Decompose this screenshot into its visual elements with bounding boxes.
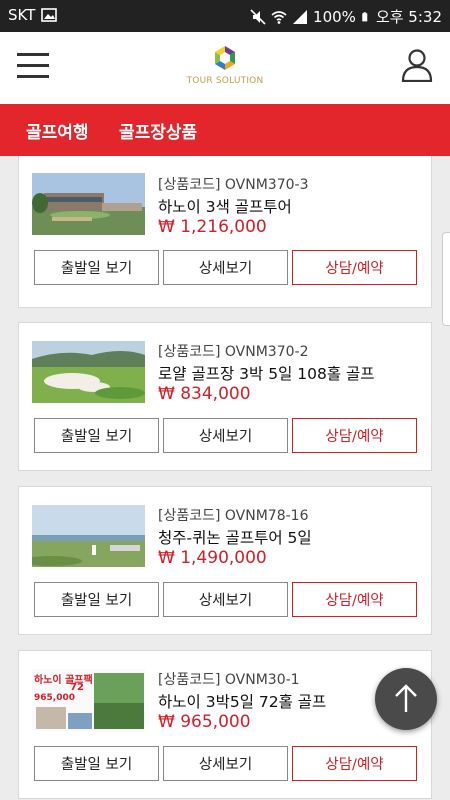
- app-header: TOUR SOLUTION: [0, 32, 450, 104]
- consult-reserve-button[interactable]: 상담/예약: [292, 250, 417, 285]
- product-title[interactable]: 하노이 3박5일 72홀 골프: [158, 690, 326, 712]
- product-thumbnail[interactable]: [32, 173, 145, 235]
- mute-icon: [250, 8, 266, 25]
- golf-clubhouse-image-icon: [32, 173, 145, 235]
- view-details-button[interactable]: 상세보기: [163, 418, 288, 453]
- consult-reserve-button[interactable]: 상담/예약: [292, 418, 417, 453]
- status-bar: SKT 100% 오후 5:32: [0, 0, 450, 32]
- product-price: ₩ 965,000: [158, 712, 251, 732]
- product-thumbnail[interactable]: [32, 505, 145, 567]
- product-code: [상품코드] OVNM370-3: [158, 177, 309, 193]
- product-code: [상품코드] OVNM30-1: [158, 672, 300, 688]
- logo-text: TOUR SOLUTION: [186, 76, 264, 86]
- product-code: [상품코드] OVNM78-16: [158, 508, 309, 524]
- view-departure-dates-button[interactable]: 출발일 보기: [34, 582, 159, 617]
- logo[interactable]: TOUR SOLUTION: [185, 44, 265, 92]
- category-bar: 골프여행 골프장상품: [0, 104, 450, 156]
- scroll-to-top-button[interactable]: [375, 668, 437, 730]
- product-title[interactable]: 청주-퀴논 골프투어 5일: [158, 526, 312, 548]
- product-card: [상품코드] OVNM370-2 로얄 골프장 3박 5일 108홀 골프 ₩ …: [18, 322, 432, 471]
- product-card: [상품코드] OVNM370-3 하노이 3색 골프투어 ₩ 1,216,000…: [18, 156, 432, 308]
- view-details-button[interactable]: 상세보기: [163, 250, 288, 285]
- product-title[interactable]: 하노이 3색 골프투어: [158, 195, 292, 217]
- product-title[interactable]: 로얄 골프장 3박 5일 108홀 골프: [158, 362, 375, 384]
- product-price: ₩ 1,216,000: [158, 217, 267, 237]
- clock: 오후 5:32: [375, 8, 442, 26]
- view-departure-dates-button[interactable]: 출발일 보기: [34, 418, 159, 453]
- product-card: 하노이 골프팩 72 965,000 [상품코드] OVNM30-1 하노이 3…: [18, 650, 432, 799]
- tab-golf-travel[interactable]: 골프여행: [26, 118, 89, 143]
- view-details-button[interactable]: 상세보기: [163, 582, 288, 617]
- product-thumbnail[interactable]: [32, 341, 145, 403]
- battery-icon: [362, 11, 368, 21]
- product-price: ₩ 1,490,000: [158, 548, 267, 568]
- product-card: [상품코드] OVNM78-16 청주-퀴논 골프투어 5일 ₩ 1,490,0…: [18, 486, 432, 635]
- hamburger-menu-icon[interactable]: [17, 53, 49, 79]
- golf-coast-image-icon: [32, 505, 145, 567]
- golf-bunker-image-icon: [32, 341, 145, 403]
- user-icon[interactable]: [401, 48, 433, 82]
- thumb-number: 72: [70, 682, 84, 693]
- carrier-label: SKT: [8, 6, 36, 24]
- view-details-button[interactable]: 상세보기: [163, 746, 288, 781]
- wifi-icon: [271, 10, 287, 24]
- view-departure-dates-button[interactable]: 출발일 보기: [34, 746, 159, 781]
- product-thumbnail[interactable]: 하노이 골프팩 72 965,000: [32, 669, 145, 731]
- thumb-price: 965,000: [34, 693, 75, 703]
- arrow-up-icon: [395, 684, 417, 712]
- product-code: [상품코드] OVNM370-2: [158, 344, 309, 360]
- battery-percent: 100%: [313, 7, 356, 26]
- scroll-handle[interactable]: [442, 232, 450, 326]
- logo-mark-icon: [215, 46, 235, 70]
- view-departure-dates-button[interactable]: 출발일 보기: [34, 250, 159, 285]
- consult-reserve-button[interactable]: 상담/예약: [292, 582, 417, 617]
- consult-reserve-button[interactable]: 상담/예약: [292, 746, 417, 781]
- tab-golf-course-products[interactable]: 골프장상품: [119, 118, 197, 143]
- product-price: ₩ 834,000: [158, 384, 251, 404]
- gallery-notification-icon: [41, 8, 58, 22]
- signal-icon: [293, 9, 308, 24]
